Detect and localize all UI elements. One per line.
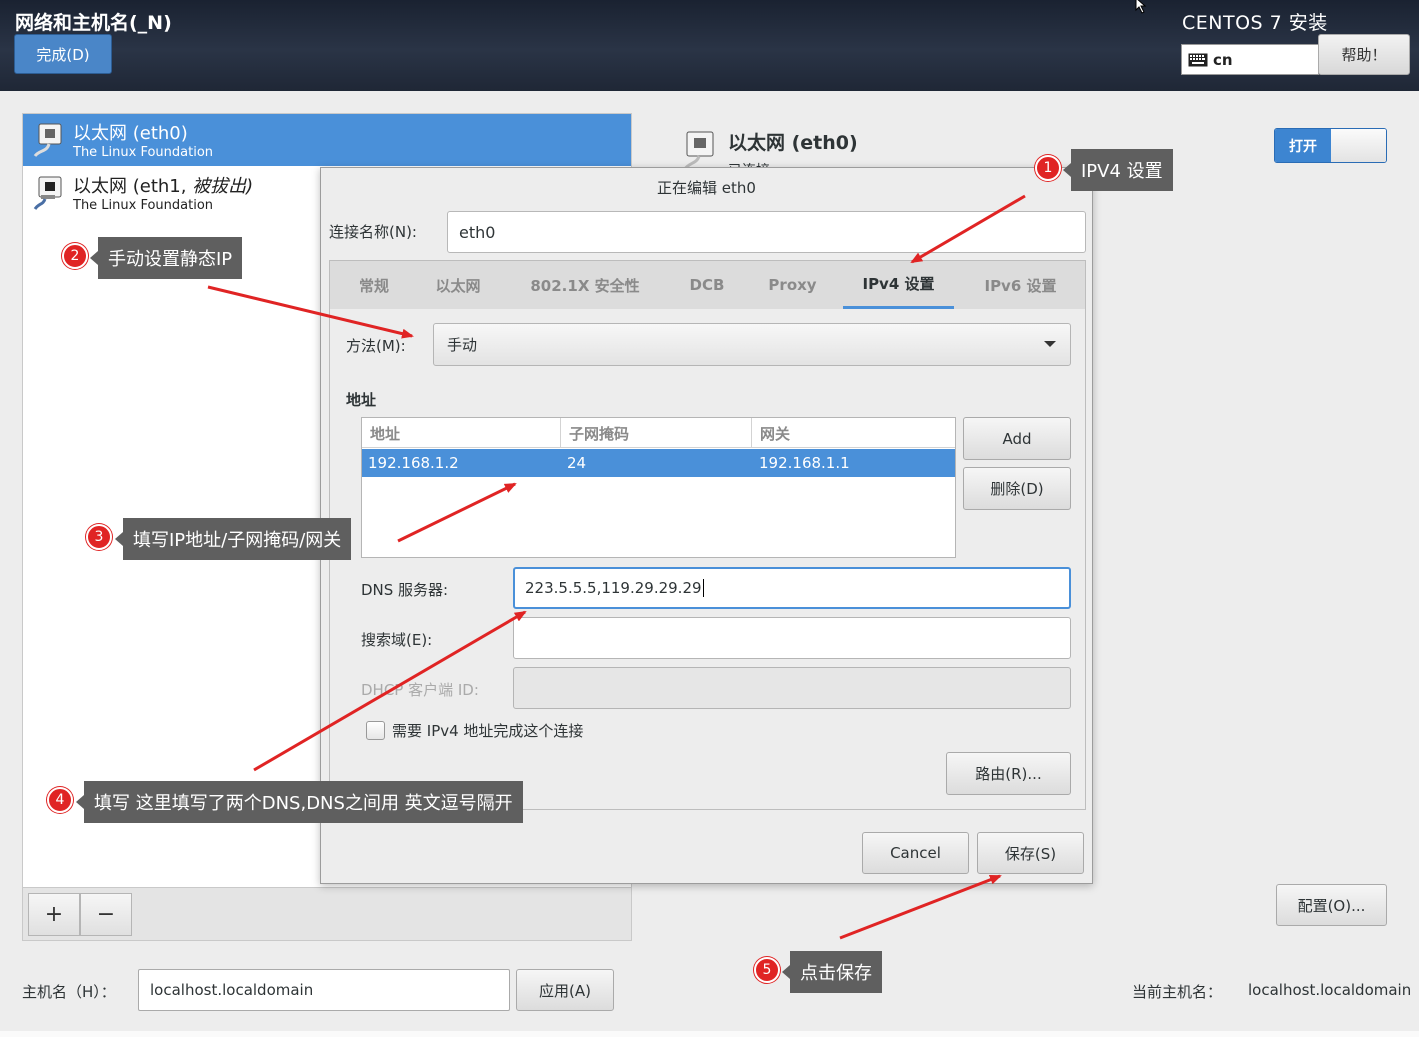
method-value: 手动 <box>447 336 478 354</box>
bottom-strip <box>0 1031 1419 1037</box>
dns-label: DNS 服务器: <box>361 581 449 599</box>
tab-ipv6-settings[interactable]: IPv6 设置 <box>965 261 1076 309</box>
text-caret <box>702 579 704 597</box>
keyboard-layout-indicator[interactable]: cn <box>1181 44 1319 75</box>
annotation-number: 1 <box>1035 155 1061 181</box>
ipv4-settings-panel: 方法(M): 手动 地址 地址 子网掩码 网关 192.168.1.2 24 1… <box>329 309 1086 810</box>
connection-name: 以太网 (eth0) <box>73 123 188 144</box>
hostname-input[interactable]: localhost.localdomain <box>138 969 510 1011</box>
table-row[interactable]: 192.168.1.2 24 192.168.1.1 <box>362 449 955 477</box>
add-connection-button[interactable]: + <box>28 893 80 936</box>
save-button[interactable]: 保存(S) <box>977 832 1084 874</box>
switch-knob <box>1331 129 1386 162</box>
ethernet-unplugged-icon <box>33 176 62 210</box>
tab-8021x-security[interactable]: 802.1X 安全性 <box>515 261 655 309</box>
tab-ethernet[interactable]: 以太网 <box>420 261 496 309</box>
require-ipv4-label[interactable]: 需要 IPv4 地址完成这个连接 <box>392 720 583 741</box>
connection-vendor: The Linux Foundation <box>73 145 214 160</box>
keyboard-layout-label: cn <box>1213 50 1233 69</box>
current-hostname-value: localhost.localdomain <box>1248 981 1412 999</box>
dns-value: 223.5.5.5,119.29.29.29 <box>525 579 702 597</box>
dhcp-client-id-label: DHCP 客户端 ID: <box>361 681 479 699</box>
connection-name-label: 连接名称(N): <box>329 223 417 241</box>
tab-dcb[interactable]: DCB <box>672 261 742 309</box>
device-power-switch[interactable]: 打开 <box>1274 128 1387 163</box>
switch-on-label: 打开 <box>1275 129 1331 162</box>
cell-address[interactable]: 192.168.1.2 <box>368 449 459 477</box>
ethernet-icon <box>682 131 714 170</box>
table-header: 地址 子网掩码 网关 <box>362 418 955 448</box>
method-dropdown[interactable]: 手动 <box>433 323 1071 366</box>
connection-vendor: The Linux Foundation <box>73 198 214 213</box>
settings-tabs: 常规 以太网 802.1X 安全性 DCB Proxy IPv4 设置 IPv6… <box>329 260 1086 310</box>
annotation-tooltip: 点击保存 <box>782 951 882 993</box>
hostname-label: 主机名（H）： <box>22 983 116 1001</box>
addresses-heading: 地址 <box>346 391 377 409</box>
annotation-tooltip: 填写 这里填写了两个DNS,DNS之间用 英文逗号隔开 <box>76 781 523 823</box>
method-label: 方法(M): <box>346 337 406 355</box>
mouse-cursor-icon <box>1135 0 1147 14</box>
routes-button[interactable]: 路由(R)... <box>946 752 1071 795</box>
cell-netmask[interactable]: 24 <box>567 449 586 477</box>
connection-list-toolbar: + − <box>23 887 631 940</box>
dns-servers-input[interactable]: 223.5.5.5,119.29.29.29 <box>513 567 1071 609</box>
annotation-tooltip: IPV4 设置 <box>1063 149 1173 191</box>
column-header-gateway[interactable]: 网关 <box>751 418 955 448</box>
apply-hostname-button[interactable]: 应用(A) <box>516 969 614 1011</box>
cell-gateway[interactable]: 192.168.1.1 <box>759 449 850 477</box>
edit-connection-dialog: 正在编辑 eth0 连接名称(N): eth0 常规 以太网 802.1X 安全… <box>320 167 1093 884</box>
ethernet-icon <box>33 123 62 157</box>
dialog-title: 正在编辑 eth0 <box>657 179 756 197</box>
install-title: CENTOS 7 安装 <box>1182 12 1328 34</box>
search-domains-input[interactable] <box>513 617 1071 659</box>
connection-item-eth0[interactable]: 以太网 (eth0) The Linux Foundation <box>23 114 631 166</box>
remove-connection-button[interactable]: − <box>80 893 132 936</box>
annotation-tooltip: 手动设置静态IP <box>89 237 243 279</box>
top-bar: 网络和主机名(_N) 完成(D) CENTOS 7 安装 cn 帮助！ <box>0 0 1419 91</box>
done-button[interactable]: 完成(D) <box>14 34 112 74</box>
annotation-number: 5 <box>754 957 780 983</box>
help-button[interactable]: 帮助！ <box>1318 34 1410 75</box>
search-domains-label: 搜索域(E): <box>361 631 433 649</box>
annotation-number: 2 <box>62 243 88 269</box>
cancel-button[interactable]: Cancel <box>862 832 969 874</box>
annotation-number: 4 <box>47 787 73 813</box>
tab-general[interactable]: 常规 <box>344 261 404 309</box>
column-header-netmask[interactable]: 子网掩码 <box>560 418 751 448</box>
configure-button[interactable]: 配置(O)... <box>1276 884 1387 926</box>
annotation-number: 3 <box>86 524 112 550</box>
tab-proxy[interactable]: Proxy <box>755 261 830 309</box>
screen-title: 网络和主机名(_N) <box>15 12 172 34</box>
add-address-button[interactable]: Add <box>963 417 1071 460</box>
annotation-tooltip: 填写IP地址/子网掩码/网关 <box>114 518 352 560</box>
device-title: 以太网 (eth0) <box>728 132 858 154</box>
addresses-table: 地址 子网掩码 网关 192.168.1.2 24 192.168.1.1 <box>361 417 956 558</box>
connection-name-input[interactable]: eth0 <box>447 211 1086 253</box>
current-hostname-label: 当前主机名： <box>1132 983 1223 1001</box>
tab-ipv4-settings[interactable]: IPv4 设置 <box>843 261 954 309</box>
column-header-address[interactable]: 地址 <box>362 418 560 448</box>
arrow-save <box>839 874 1002 940</box>
delete-address-button[interactable]: 删除(D) <box>963 467 1071 510</box>
connection-name: 以太网 (eth1, 被拔出) <box>73 176 254 197</box>
require-ipv4-checkbox[interactable] <box>366 721 385 740</box>
dhcp-client-id-input <box>513 667 1071 709</box>
chevron-down-icon <box>1044 341 1056 347</box>
keyboard-icon <box>1188 53 1208 66</box>
